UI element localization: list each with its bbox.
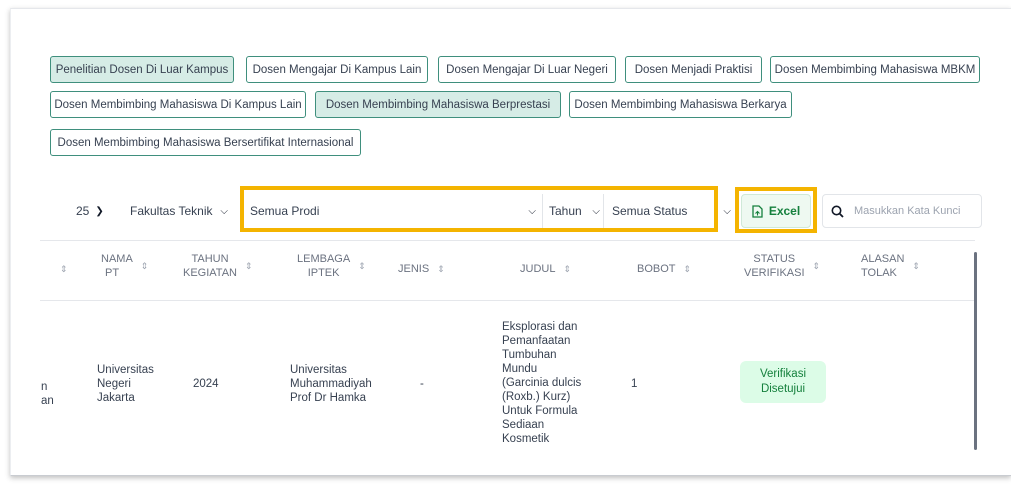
- sort-icon[interactable]: ⇕: [437, 262, 445, 276]
- table-cell-bobot: 1: [631, 378, 638, 390]
- sort-icon[interactable]: ⇕: [52, 262, 68, 276]
- table-header-border: [40, 300, 975, 301]
- table-scrollbar[interactable]: [974, 252, 977, 450]
- search-input[interactable]: Masukkan Kata Kunci: [822, 194, 982, 228]
- status-select[interactable]: Semua Status ⌵: [603, 194, 731, 228]
- per-page-value: 25: [76, 204, 90, 218]
- sort-icon[interactable]: ⇕: [563, 262, 571, 276]
- excel-export-button[interactable]: Excel: [741, 194, 811, 228]
- tahun-select[interactable]: Tahun ⌵: [542, 194, 600, 228]
- sort-icon[interactable]: ⇕: [141, 259, 149, 273]
- table-top-border: [40, 240, 975, 241]
- per-page-select[interactable]: 25 ❯: [76, 194, 120, 228]
- sort-icon[interactable]: ⇕: [684, 262, 692, 276]
- table-cell-truncated: n an: [41, 381, 54, 407]
- tab-dosen-membimbing-mahasiswa-di-kampus-lain[interactable]: Dosen Membimbing Mahasiswa Di Kampus Lai…: [50, 91, 306, 118]
- tab-dosen-membimbing-mahasiswa-mbkm[interactable]: Dosen Membimbing Mahasiswa MBKM: [770, 56, 980, 83]
- table-cell-tahun: 2024: [193, 378, 219, 390]
- search-icon: [831, 205, 844, 218]
- col-header-tahun-kegiatan[interactable]: TAHUN KEGIATAN ⇕: [183, 252, 253, 280]
- chevron-down-icon: ⌵: [528, 205, 536, 217]
- status-value: Semua Status: [612, 204, 688, 218]
- sort-icon[interactable]: ⇕: [813, 259, 821, 273]
- col-header-jenis[interactable]: JENIS ⇕: [398, 262, 445, 276]
- table-cell-lembaga: Universitas Muhammadiyah Prof Dr Hamka: [290, 364, 372, 404]
- col-header-status-verifikasi[interactable]: STATUS VERIFIKASI ⇕: [744, 252, 820, 280]
- tab-dosen-mengajar-di-kampus-lain[interactable]: Dosen Mengajar Di Kampus Lain: [246, 56, 428, 83]
- search-placeholder: Masukkan Kata Kunci: [854, 205, 961, 217]
- tab-dosen-membimbing-mahasiswa-bersertifikat-internasional[interactable]: Dosen Membimbing Mahasiswa Bersertifikat…: [50, 129, 361, 156]
- col-header-judul[interactable]: JUDUL ⇕: [520, 262, 571, 276]
- chevron-down-icon: ⌵: [723, 205, 731, 217]
- chevron-down-icon: ❯: [95, 205, 104, 217]
- sort-icon[interactable]: ⇕: [245, 259, 253, 273]
- tab-penelitian-dosen-di-luar-kampus[interactable]: Penelitian Dosen Di Luar Kampus: [50, 56, 234, 83]
- file-export-icon: [752, 204, 763, 218]
- sort-icon[interactable]: ⇕: [912, 259, 920, 273]
- prodi-select[interactable]: Semua Prodi ⌵: [250, 194, 536, 228]
- excel-label: Excel: [768, 204, 801, 218]
- tab-dosen-menjadi-praktisi[interactable]: Dosen Menjadi Praktisi: [625, 56, 762, 83]
- tahun-value: Tahun: [549, 204, 582, 218]
- col-header-bobot[interactable]: BOBOT ⇕: [637, 262, 691, 276]
- col-header-alasan-tolak[interactable]: ALASAN TOLAK ⇕: [861, 252, 920, 280]
- table-cell-jenis: -: [420, 378, 424, 390]
- fakultas-select[interactable]: Fakultas Teknik ⌵: [122, 194, 236, 228]
- col-header-lembaga-iptek[interactable]: LEMBAGA IPTEK ⇕: [297, 252, 366, 280]
- status-badge: Verifikasi Disetujui: [740, 361, 826, 403]
- chevron-down-icon: ⌵: [220, 205, 228, 217]
- prodi-value: Semua Prodi: [250, 204, 320, 218]
- table-cell-nama-pt: Universitas Negeri Jakarta: [97, 364, 154, 404]
- table-cell-judul: Eksplorasi dan Pemanfaatan Tumbuhan Mundu(…: [502, 321, 582, 445]
- tab-dosen-mengajar-di-luar-negeri[interactable]: Dosen Mengajar Di Luar Negeri: [438, 56, 616, 83]
- sort-icon[interactable]: ⇕: [358, 259, 366, 273]
- tab-dosen-membimbing-mahasiswa-berprestasi[interactable]: Dosen Membimbing Mahasiswa Berprestasi: [315, 91, 561, 118]
- col-header-nama-pt[interactable]: NAMA PT ⇕: [101, 252, 148, 280]
- tab-dosen-membimbing-mahasiswa-berkarya[interactable]: Dosen Membimbing Mahasiswa Berkarya: [569, 91, 792, 118]
- chevron-down-icon: ⌵: [592, 205, 600, 217]
- fakultas-value: Fakultas Teknik: [130, 204, 213, 218]
